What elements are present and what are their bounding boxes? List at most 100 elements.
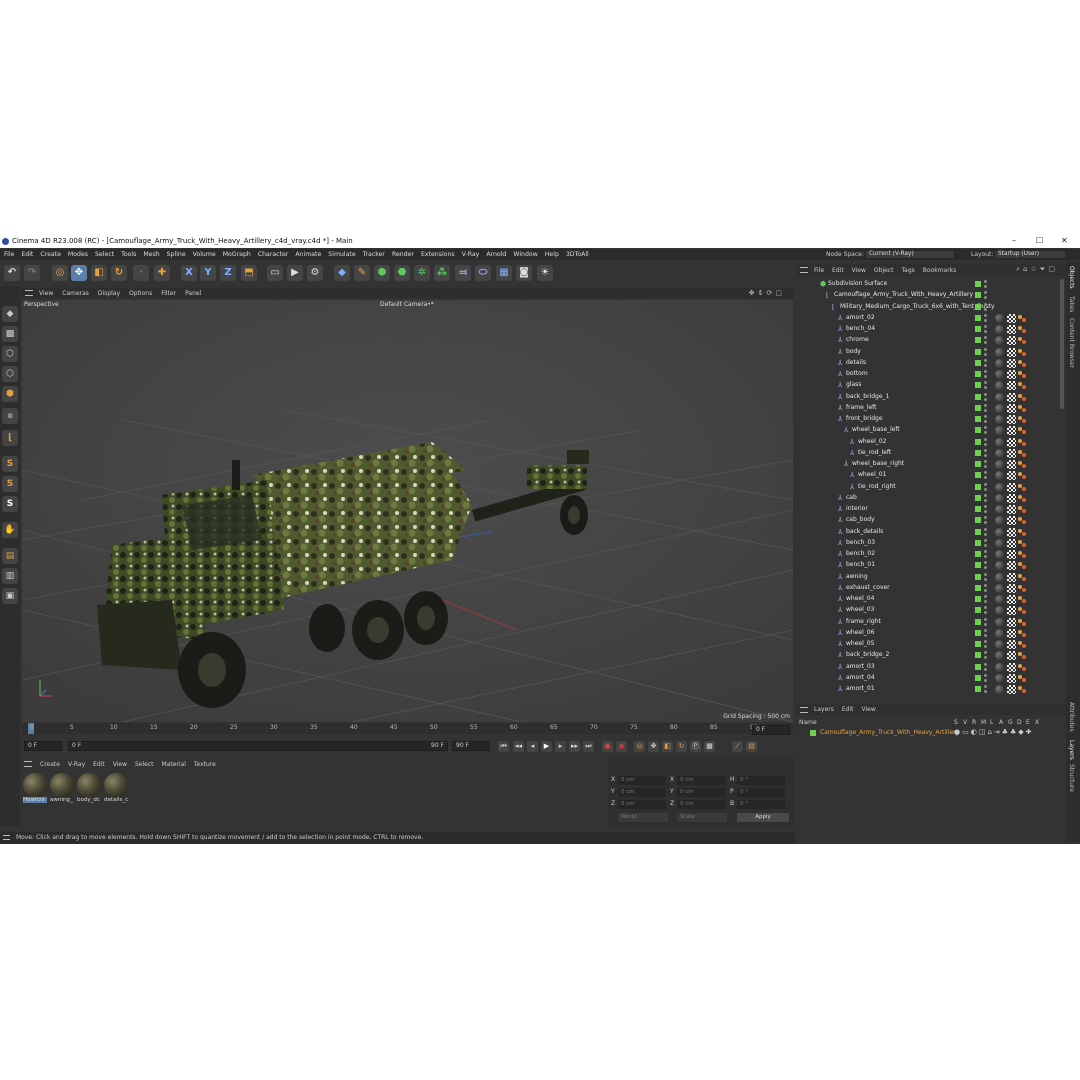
z-axis-lock-icon[interactable]: Z — [220, 265, 236, 281]
object-row-glass[interactable]: ⅄ glass — [796, 380, 1058, 391]
layer-menu-view[interactable]: View — [861, 706, 875, 713]
visibility-check-icon[interactable] — [975, 551, 981, 557]
vray-tag-icon[interactable] — [1018, 539, 1027, 548]
uvw-tag-icon[interactable] — [1007, 313, 1016, 323]
editor-render-dots-icon[interactable] — [984, 583, 987, 593]
vray-tag-icon[interactable] — [1018, 595, 1027, 604]
viewport-menu-filter[interactable]: Filter — [161, 290, 176, 297]
object-row-body[interactable]: ⅄ body — [796, 347, 1058, 358]
vray-tag-icon[interactable] — [1018, 651, 1027, 660]
vray-tag-icon[interactable] — [1018, 438, 1027, 447]
key-scale-icon[interactable]: ◧ — [662, 741, 673, 752]
timeline-window-icon[interactable]: ▤ — [746, 741, 757, 752]
object-row-front-bridge[interactable]: ⅄ front_bridge — [796, 414, 1058, 425]
visibility-check-icon[interactable] — [975, 562, 981, 569]
material-tag-icon[interactable] — [995, 583, 1004, 593]
pos-z-field[interactable]: 0 cm — [618, 800, 666, 809]
viewport-menu-panel[interactable]: Panel — [185, 290, 201, 297]
object-row-wheel-04[interactable]: ⅄ wheel_04 — [796, 594, 1058, 605]
editor-render-dots-icon[interactable] — [984, 347, 987, 357]
object-row-amort-04[interactable]: ⅄ amort_04 — [796, 673, 1058, 684]
editor-render-dots-icon[interactable] — [984, 527, 987, 537]
editor-render-dots-icon[interactable] — [984, 673, 987, 683]
material-tag-icon[interactable] — [995, 381, 1004, 391]
object-menu-tags[interactable]: Tags — [901, 267, 914, 274]
recent-tool-icon[interactable]: · — [133, 265, 149, 281]
editor-render-dots-icon[interactable] — [984, 302, 987, 312]
material-tag-icon[interactable] — [995, 662, 1004, 672]
editor-render-dots-icon[interactable] — [984, 381, 987, 390]
editor-render-dots-icon[interactable] — [984, 448, 987, 458]
object-row-camouflage-army-truck-with-heavy-artillery[interactable]: ⌊ Camouflage_Army_Truck_With_Heavy_Artill… — [796, 290, 1058, 301]
mograph-icon[interactable]: ⁂ — [434, 265, 450, 281]
menu-create[interactable]: Create — [40, 251, 61, 258]
menu-modes[interactable]: Modes — [68, 251, 88, 258]
solo-icon[interactable]: ▣ — [2, 588, 18, 604]
end-frame-field[interactable]: 90 F — [452, 741, 490, 751]
status-hamburger-icon[interactable] — [3, 835, 10, 840]
editor-render-dots-icon[interactable] — [984, 606, 987, 615]
auto-keying-icon[interactable]: ◉ — [616, 741, 627, 752]
editor-render-dots-icon[interactable] — [984, 325, 987, 334]
material-tag-icon[interactable] — [995, 572, 1004, 582]
key-rotation-icon[interactable]: ↻ — [676, 741, 687, 752]
material-tag-icon[interactable] — [995, 527, 1004, 537]
pen-spline-icon[interactable]: ✎ — [354, 265, 370, 281]
material-tag-icon[interactable] — [995, 415, 1004, 424]
menu-volume[interactable]: Volume — [193, 251, 216, 258]
vray-tag-icon[interactable] — [1018, 606, 1027, 615]
visibility-check-icon[interactable] — [975, 382, 981, 389]
right-frame-field[interactable]: 0 F — [752, 725, 790, 735]
editor-render-dots-icon[interactable] — [984, 280, 987, 289]
visibility-check-icon[interactable] — [975, 461, 981, 467]
render-picture-viewer-icon[interactable]: ▶ — [287, 265, 303, 281]
layer-hamburger-icon[interactable] — [800, 706, 808, 713]
layer-browser-icon[interactable]: ▤ — [2, 548, 18, 564]
subdivision-generator-icon[interactable]: ⬢ — [374, 265, 390, 281]
vray-tag-icon[interactable] — [1018, 348, 1027, 357]
y-axis-lock-icon[interactable]: Y — [200, 265, 216, 281]
uvw-tag-icon[interactable] — [1007, 358, 1016, 368]
visibility-check-icon[interactable] — [975, 618, 981, 625]
visibility-check-icon[interactable] — [975, 404, 981, 411]
key-parameter-icon[interactable]: Ⓟ — [690, 741, 701, 752]
object-row-bench-02[interactable]: ⅄ bench_02 — [796, 549, 1058, 560]
camera-icon[interactable]: ◙ — [516, 265, 532, 281]
menu-window[interactable]: Window — [513, 251, 537, 258]
uv-mode-icon[interactable]: ▪ — [2, 408, 18, 424]
visibility-check-icon[interactable] — [975, 641, 981, 647]
editor-render-dots-icon[interactable] — [984, 595, 987, 604]
material-menu-select[interactable]: Select — [135, 761, 154, 768]
create-object-icon[interactable]: ✚ — [154, 265, 170, 281]
material-tag-icon[interactable] — [995, 370, 1004, 379]
vray-tag-icon[interactable] — [1018, 494, 1027, 503]
editor-render-dots-icon[interactable] — [984, 460, 987, 469]
polygons-mode-icon[interactable]: ⬢ — [2, 386, 18, 402]
vray-tag-icon[interactable] — [1018, 336, 1027, 345]
menu-mesh[interactable]: Mesh — [143, 251, 159, 258]
field-icon[interactable]: ⬭ — [475, 265, 491, 281]
layer-menu-layers[interactable]: Layers — [814, 706, 834, 713]
visibility-check-icon[interactable] — [975, 517, 981, 524]
uvw-tag-icon[interactable] — [1007, 628, 1016, 638]
key-pla-icon[interactable]: ▦ — [704, 741, 715, 752]
editor-render-dots-icon[interactable] — [984, 291, 987, 300]
material-tag-icon[interactable] — [995, 426, 1004, 436]
uvw-tag-icon[interactable] — [1007, 448, 1016, 458]
menu-simulate[interactable]: Simulate — [328, 251, 355, 258]
vray-tag-icon[interactable] — [1018, 471, 1027, 480]
uvw-tag-icon[interactable] — [1007, 640, 1016, 649]
size-x-field[interactable]: 0 cm — [677, 776, 725, 785]
uvw-tag-icon[interactable] — [1007, 381, 1016, 391]
uvw-tag-icon[interactable] — [1007, 606, 1016, 616]
frame-range-slider[interactable]: 0 F 90 F — [68, 741, 448, 751]
menu-file[interactable]: File — [4, 251, 14, 258]
texture-mode-icon[interactable]: ▩ — [2, 326, 18, 342]
visibility-check-icon[interactable] — [975, 326, 981, 332]
editor-render-dots-icon[interactable] — [984, 685, 987, 694]
material-tag-icon[interactable] — [995, 403, 1004, 413]
menu-spline[interactable]: Spline — [167, 251, 186, 258]
visibility-check-icon[interactable] — [975, 281, 981, 287]
material-tag-icon[interactable] — [995, 516, 1004, 526]
material-menu-texture[interactable]: Texture — [194, 761, 216, 768]
